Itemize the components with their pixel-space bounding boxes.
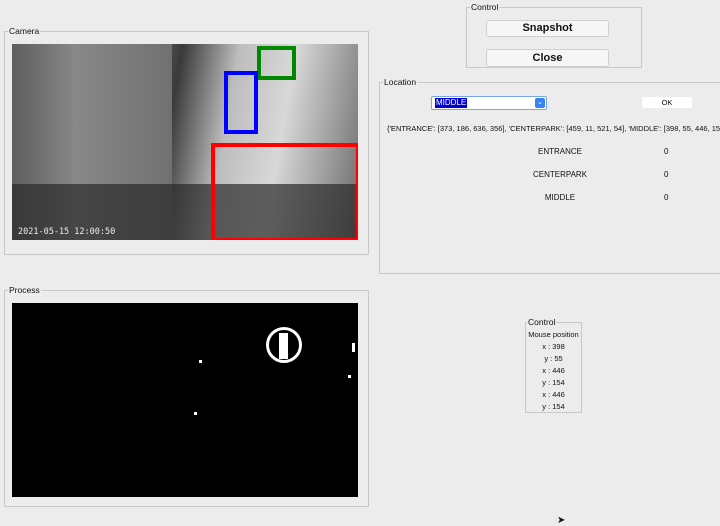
mouse-control-label: Control: [527, 317, 557, 327]
snapshot-button[interactable]: Snapshot: [486, 20, 609, 37]
roi-name: MIDDLE: [544, 193, 576, 202]
location-selected-value: MIDDLE: [435, 98, 468, 108]
process-label: Process: [8, 285, 41, 295]
roi-name: ENTRANCE: [537, 147, 582, 156]
camera-view[interactable]: 2021-05-15 12:00:50: [12, 44, 358, 240]
mouse-x: x : 398: [542, 342, 565, 351]
entrance-roi: [211, 143, 358, 240]
roi-name: CENTERPARK: [532, 170, 588, 179]
centerpark-roi: [257, 46, 296, 80]
roi-count: 0: [664, 193, 669, 202]
location-label: Location: [383, 77, 418, 87]
process-view: [12, 303, 358, 497]
roi-dict-text: {'ENTRANCE': [373, 186, 636, 356], 'CENT…: [387, 124, 720, 133]
mouse-y: y : 154: [542, 378, 565, 387]
ok-button[interactable]: OK: [642, 97, 692, 108]
camera-label: Camera: [8, 26, 41, 36]
chevron-down-icon: ⌄: [535, 98, 545, 108]
mouse-cursor-icon: ➤: [557, 515, 566, 526]
middle-roi: [224, 71, 258, 134]
roi-count: 0: [664, 147, 669, 156]
mouse-y: y : 154: [542, 402, 565, 411]
mouse-position-panel: Control Mouse position x : 398 y : 55 x …: [525, 317, 582, 413]
camera-timestamp: 2021-05-15 12:00:50: [18, 227, 116, 237]
mouse-position-title: Mouse position: [528, 330, 579, 339]
mouse-x: x : 446: [542, 366, 565, 375]
close-button[interactable]: Close: [486, 49, 609, 67]
mouse-y: y : 55: [544, 354, 563, 363]
control-label: Control: [470, 2, 500, 12]
mouse-x: x : 446: [542, 390, 565, 399]
roi-count: 0: [664, 170, 669, 179]
location-select[interactable]: MIDDLE ⌄: [431, 96, 547, 110]
